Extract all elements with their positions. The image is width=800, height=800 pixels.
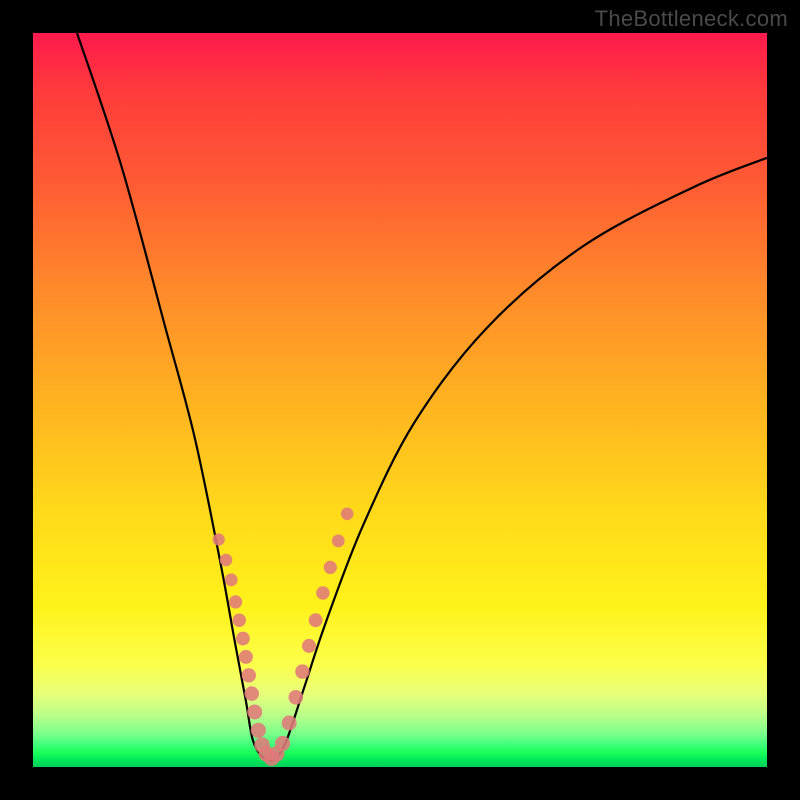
highlight-dot bbox=[332, 535, 345, 548]
highlight-dot bbox=[324, 561, 337, 574]
highlight-dot bbox=[213, 533, 225, 545]
highlight-dot bbox=[275, 736, 290, 751]
highlight-dot bbox=[282, 716, 297, 731]
highlight-dot bbox=[225, 573, 238, 586]
highlight-dot bbox=[295, 664, 309, 678]
highlight-dot bbox=[244, 686, 259, 701]
highlight-dot bbox=[239, 650, 253, 664]
highlight-dot bbox=[236, 632, 250, 646]
highlight-dot bbox=[233, 614, 246, 627]
watermark-text: TheBottleneck.com bbox=[595, 6, 788, 32]
chart-frame bbox=[33, 33, 767, 767]
highlight-dot bbox=[220, 554, 233, 567]
highlight-dot bbox=[302, 639, 316, 653]
highlight-dot bbox=[316, 586, 329, 599]
highlight-dot bbox=[229, 595, 242, 608]
highlight-dot bbox=[242, 668, 256, 682]
highlight-dot bbox=[341, 508, 354, 521]
highlight-dot bbox=[247, 705, 262, 720]
bottleneck-curve-line bbox=[77, 33, 767, 760]
highlight-dot bbox=[251, 723, 266, 738]
bottleneck-chart-svg bbox=[33, 33, 767, 767]
highlight-dot bbox=[309, 613, 323, 627]
highlight-dot bbox=[289, 690, 304, 705]
